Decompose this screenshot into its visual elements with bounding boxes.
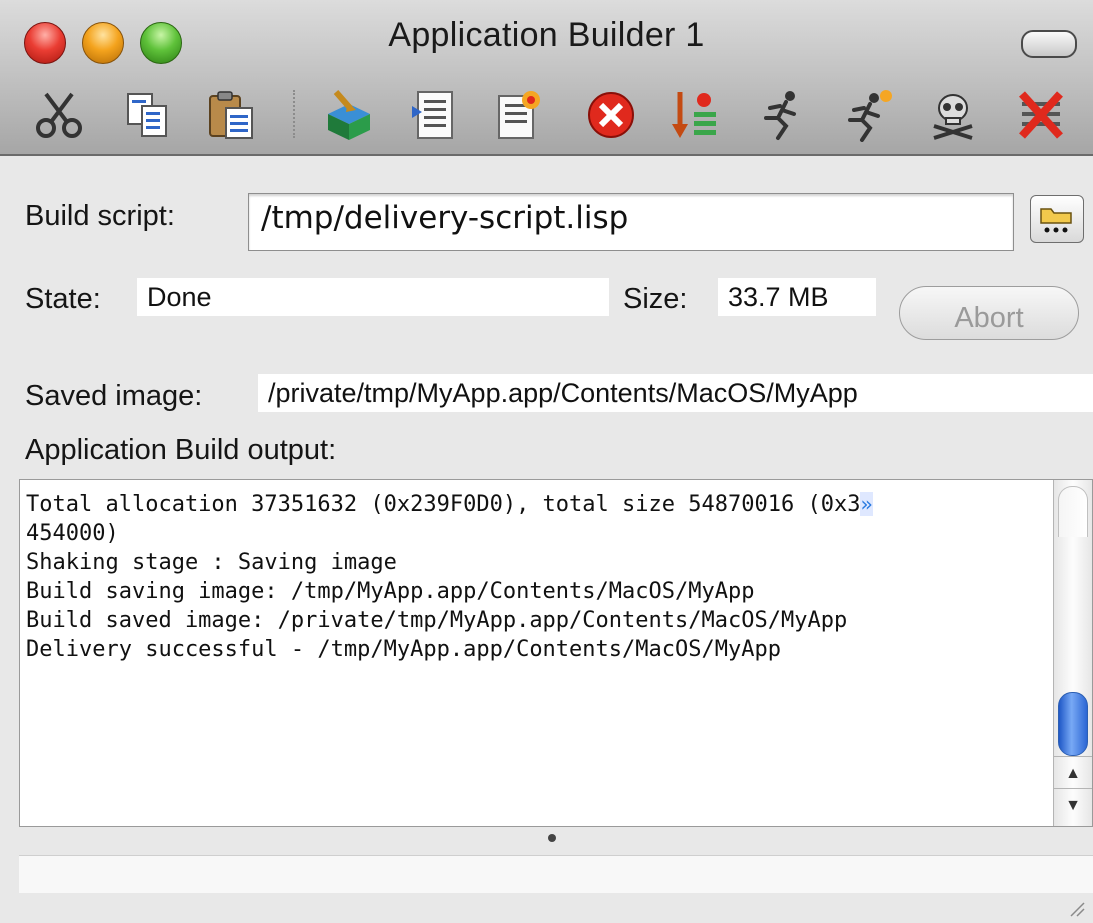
title-bar: Application Builder 1 bbox=[0, 0, 1093, 156]
copy-icon bbox=[127, 93, 167, 137]
build-script-input[interactable]: /tmp/delivery-script.lisp bbox=[248, 193, 1014, 251]
saved-image-label: Saved image: bbox=[25, 380, 203, 412]
status-bar bbox=[19, 855, 1093, 893]
output-line: 454000) bbox=[26, 521, 119, 546]
stop-button[interactable] bbox=[580, 84, 642, 146]
build-output-textarea[interactable]: Total allocation 37351632 (0x239F0D0), t… bbox=[19, 479, 1093, 827]
kill-button[interactable] bbox=[922, 84, 984, 146]
folder-icon bbox=[1040, 208, 1072, 233]
run-button[interactable] bbox=[752, 84, 814, 146]
scroll-down-arrow-icon[interactable]: ▼ bbox=[1054, 788, 1092, 823]
output-line: Build saved image: /private/tmp/MyApp.ap… bbox=[26, 608, 848, 633]
line-wrap-marker: » bbox=[860, 492, 873, 516]
output-line: Build saving image: /tmp/MyApp.app/Conte… bbox=[26, 579, 755, 604]
toolbar bbox=[0, 84, 1093, 146]
new-script-icon bbox=[498, 91, 540, 139]
scrollbar-thumb[interactable] bbox=[1058, 692, 1088, 756]
skull-icon bbox=[933, 94, 973, 140]
output-line: Delivery successful - /tmp/MyApp.app/Con… bbox=[26, 637, 781, 662]
output-label: Application Build output: bbox=[25, 434, 337, 466]
size-label: Size: bbox=[623, 283, 688, 315]
abort-button[interactable]: Abort bbox=[899, 286, 1079, 340]
load-list-icon bbox=[672, 92, 716, 138]
scroll-up-arrow-icon[interactable]: ▲ bbox=[1054, 756, 1092, 791]
paste-button[interactable] bbox=[200, 84, 262, 146]
state-value: Done bbox=[137, 278, 609, 316]
cut-button[interactable] bbox=[28, 84, 90, 146]
run-new-button[interactable] bbox=[838, 84, 900, 146]
load-button[interactable] bbox=[664, 84, 726, 146]
new-script-button[interactable] bbox=[487, 84, 549, 146]
error-circle-icon bbox=[588, 92, 634, 138]
output-line: Shaking stage : Saving image bbox=[26, 550, 397, 575]
saved-image-value: /private/tmp/MyApp.app/Contents/MacOS/My… bbox=[258, 374, 1093, 412]
resize-grip-icon[interactable] bbox=[1067, 899, 1085, 917]
scrollbar-track-cap bbox=[1058, 486, 1088, 537]
window-title: Application Builder 1 bbox=[388, 16, 705, 54]
toolbar-separator bbox=[293, 90, 295, 138]
copy-button[interactable] bbox=[116, 84, 178, 146]
script-button[interactable] bbox=[404, 84, 466, 146]
build-box-icon bbox=[328, 90, 370, 140]
size-value: 33.7 MB bbox=[718, 278, 876, 316]
runner-icon bbox=[764, 91, 796, 140]
scissors-icon bbox=[36, 92, 82, 138]
application-builder-window: Application Builder 1 Build script: /tmp… bbox=[0, 0, 1093, 923]
runner-star-icon bbox=[848, 90, 892, 142]
build-button[interactable] bbox=[318, 84, 380, 146]
clear-button[interactable] bbox=[1010, 84, 1072, 146]
output-scrollbar[interactable]: ▲ ▼ bbox=[1053, 480, 1092, 826]
output-line: Total allocation 37351632 (0x239F0D0), t… bbox=[26, 492, 873, 517]
paste-icon bbox=[209, 91, 253, 139]
pane-splitter-handle[interactable] bbox=[548, 834, 556, 842]
toolbar-toggle-button[interactable] bbox=[1021, 30, 1077, 58]
browse-button[interactable] bbox=[1030, 195, 1084, 243]
build-script-label: Build script: bbox=[25, 200, 175, 232]
red-x-icon bbox=[1019, 91, 1063, 139]
output-text: Total allocation 37351632 (0x239F0D0), t… bbox=[26, 490, 1048, 664]
script-list-icon bbox=[412, 91, 453, 139]
state-label: State: bbox=[25, 283, 101, 315]
